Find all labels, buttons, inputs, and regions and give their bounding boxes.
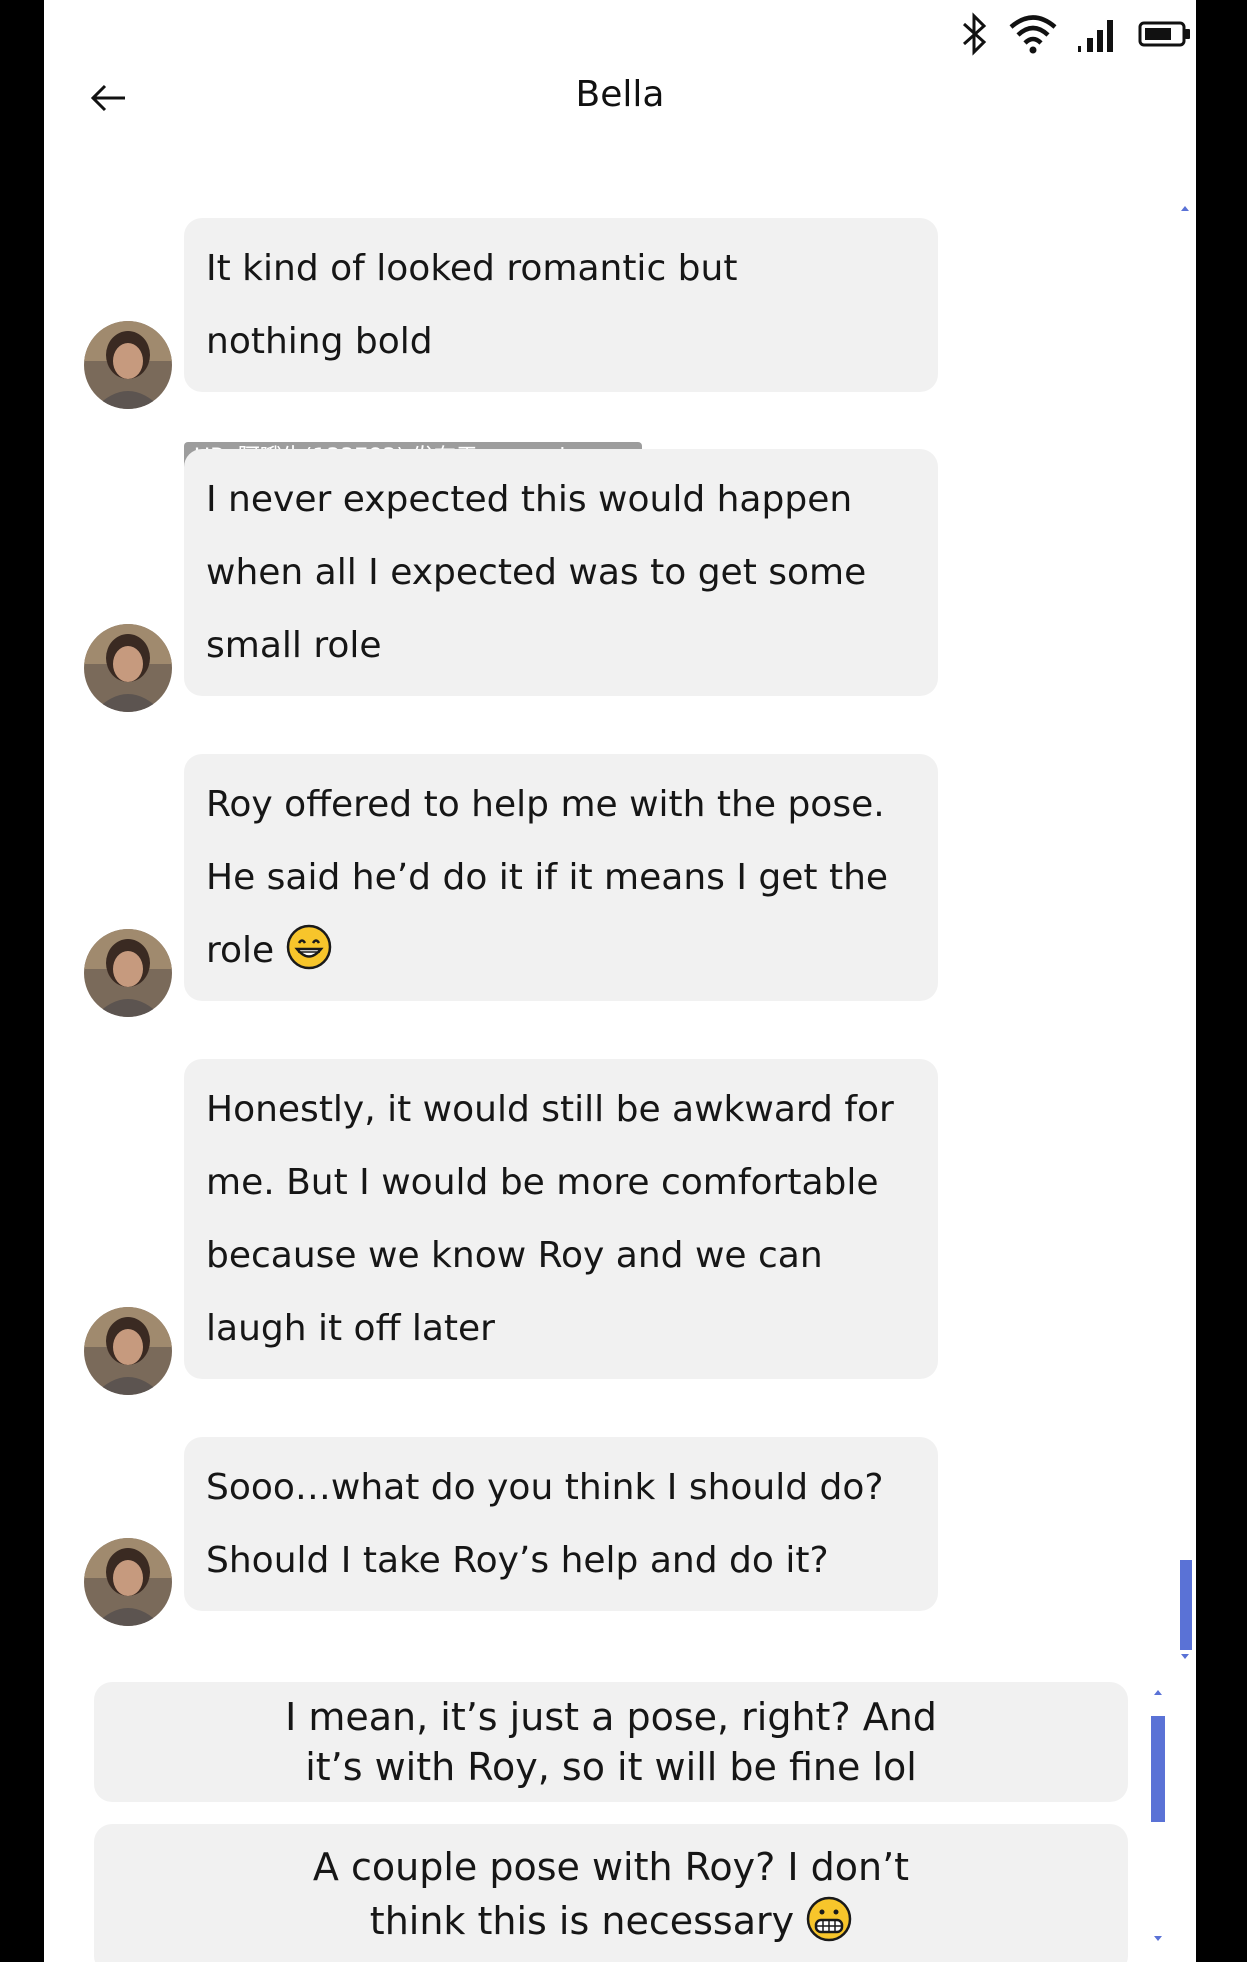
message-scroll-up-arrow[interactable] bbox=[1181, 206, 1189, 211]
message-last-line: role bbox=[206, 914, 916, 987]
message-bubble: It kind of looked romantic but nothing b… bbox=[184, 218, 938, 392]
message-line: small role bbox=[206, 625, 382, 666]
choice-line: A couple pose with Roy? I don’t bbox=[312, 1845, 910, 1889]
message-line: laugh it off later bbox=[206, 1308, 495, 1349]
message-line: me. But I would be more comfortable bbox=[206, 1162, 879, 1203]
chat-header: Bella bbox=[44, 60, 1196, 140]
bluetooth-icon bbox=[960, 12, 990, 56]
choice-line: I mean, it’s just a pose, right? And bbox=[285, 1695, 937, 1739]
wifi-icon bbox=[1008, 14, 1058, 54]
message-bubble: Roy offered to help me with the pose. He… bbox=[184, 754, 938, 1001]
message-bubble: Honestly, it would still be awkward for … bbox=[184, 1059, 938, 1379]
avatar bbox=[84, 929, 172, 1017]
message-line: It kind of looked romantic but bbox=[206, 248, 738, 289]
message-bubble: Sooo…what do you think I should do? Shou… bbox=[184, 1437, 938, 1611]
message-scrollbar-thumb[interactable] bbox=[1180, 1560, 1192, 1650]
message-bubble: I never expected this would happen when … bbox=[184, 449, 938, 696]
choice-line: it’s with Roy, so it will be fine lol bbox=[305, 1745, 917, 1789]
battery-icon bbox=[1138, 19, 1192, 49]
message-line: I never expected this would happen bbox=[206, 479, 853, 520]
reply-choice-2[interactable]: A couple pose with Roy? I don’t think th… bbox=[94, 1824, 1128, 1962]
phone-screen: Bella It kind of looked romantic but not… bbox=[44, 0, 1196, 1962]
avatar bbox=[84, 1538, 172, 1626]
message-line: nothing bold bbox=[206, 321, 433, 362]
choices-scrollbar-thumb[interactable] bbox=[1151, 1716, 1165, 1822]
choice-line: think this is necessary bbox=[369, 1899, 795, 1943]
avatar bbox=[84, 624, 172, 712]
message-line: because we know Roy and we can bbox=[206, 1235, 823, 1276]
choices-scroll-up-arrow[interactable] bbox=[1154, 1690, 1162, 1695]
message-line: Should I take Roy’s help and do it? bbox=[206, 1540, 829, 1581]
choices-scroll-down-arrow[interactable] bbox=[1154, 1936, 1162, 1941]
grimacing-face-emoji bbox=[806, 1896, 852, 1942]
choice-last-line: think this is necessary bbox=[94, 1896, 1128, 1946]
status-bar bbox=[960, 8, 1192, 60]
message-line: role bbox=[206, 930, 275, 971]
contact-name: Bella bbox=[575, 74, 665, 115]
signal-icon bbox=[1076, 14, 1120, 54]
message-line: Roy offered to help me with the pose. bbox=[206, 784, 885, 825]
avatar bbox=[84, 321, 172, 409]
message-line: when all I expected was to get some bbox=[206, 552, 867, 593]
reply-choice-1[interactable]: I mean, it’s just a pose, right? And it’… bbox=[94, 1682, 1128, 1802]
message-line: He said he’d do it if it means I get the bbox=[206, 857, 889, 898]
message-line: Honestly, it would still be awkward for bbox=[206, 1089, 894, 1130]
message-scroll-down-arrow[interactable] bbox=[1181, 1654, 1189, 1659]
grinning-face-emoji bbox=[286, 922, 332, 970]
avatar bbox=[84, 1307, 172, 1395]
message-line: Sooo…what do you think I should do? bbox=[206, 1467, 884, 1508]
